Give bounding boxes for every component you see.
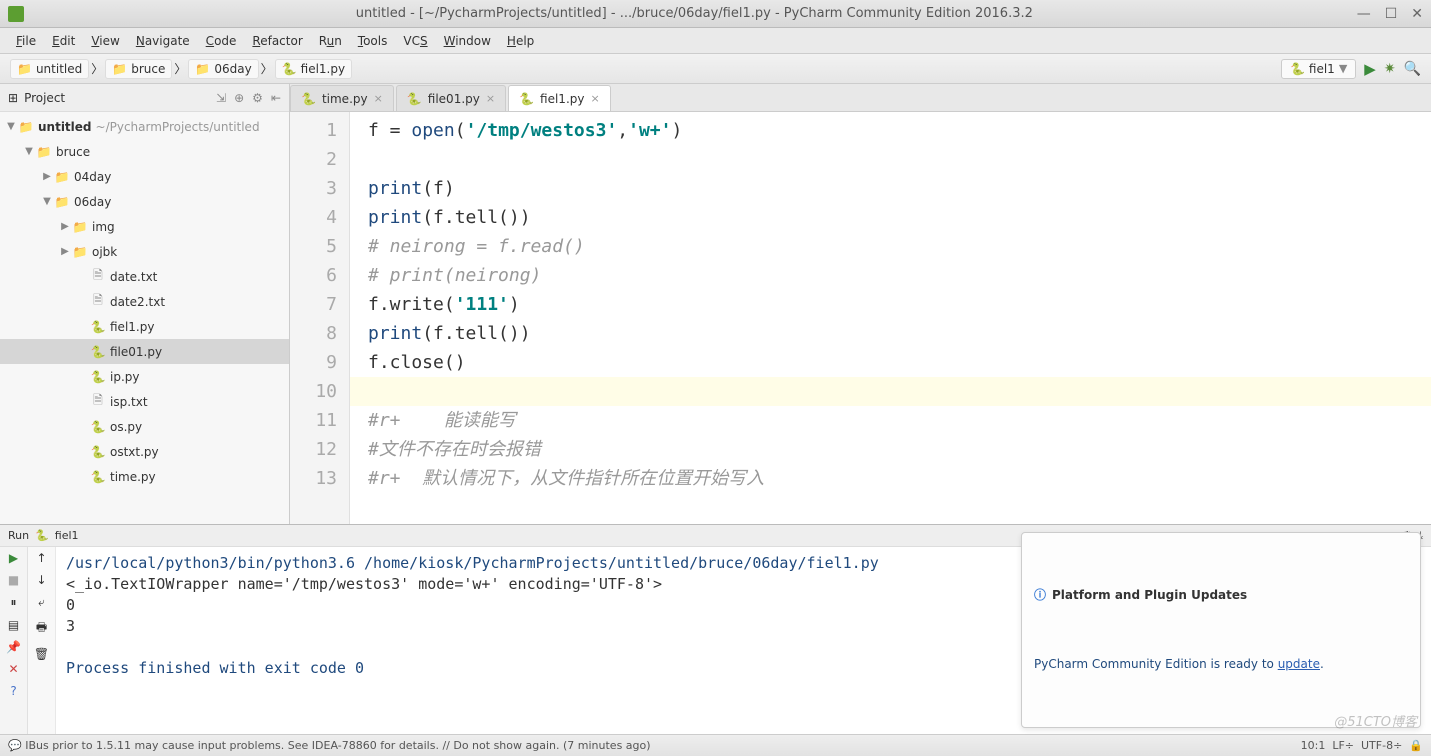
up-icon[interactable]: ↑ [36,551,46,565]
run-config-name: fiel1 [55,529,79,542]
project-tool-icon: ⊞ [8,91,18,105]
tree-date2[interactable]: 🗎date2.txt [0,289,289,314]
run-panel: Run 🐍 fiel1 ⚙ ⤓ ▶ ■ ⏸ ▤ 📌 ✕ ? ↑ ↓ ⤶ 🖶 🗑 … [0,524,1431,734]
tab-file01[interactable]: 🐍file01.py× [396,85,506,111]
status-encoding[interactable]: UTF-8÷ [1361,739,1402,752]
stop-button[interactable]: ■ [8,573,19,587]
popup-body: PyCharm Community Edition is ready to up… [1034,654,1408,675]
project-panel-title: Project [24,91,65,105]
print-icon[interactable]: 🖶 [36,618,47,639]
pin-icon[interactable]: 📌 [6,640,21,654]
app-icon [8,6,24,22]
help-icon[interactable]: ? [10,684,16,698]
editor-area: 🐍time.py× 🐍file01.py× 🐍fiel1.py× 1234567… [290,84,1431,524]
hide-icon[interactable]: ⇤ [271,91,281,105]
menu-navigate[interactable]: Navigate [130,31,196,51]
rerun-button[interactable]: ▶ [9,551,18,565]
down-icon[interactable]: ↓ [36,573,46,587]
line-gutter: 12345678910111213 [290,112,350,524]
menu-bar: File Edit View Navigate Code Refactor Ru… [0,28,1431,54]
status-cursor-pos[interactable]: 10:1 [1301,739,1326,752]
tree-bruce[interactable]: ▼📁bruce [0,139,289,164]
search-everywhere-button[interactable]: 🔍 [1404,61,1421,77]
menu-run[interactable]: Run [313,31,348,51]
gear-icon[interactable]: ⚙ [252,91,263,105]
status-icon: 💬 [8,739,22,752]
run-button[interactable]: ▶ [1364,60,1376,78]
run-config-selector[interactable]: 🐍fiel1▼ [1281,59,1356,79]
update-popup[interactable]: ⓘ Platform and Plugin Updates PyCharm Com… [1021,532,1421,728]
menu-help[interactable]: Help [501,31,540,51]
trash-icon[interactable]: 🗑 [34,647,49,661]
code-editor[interactable]: 12345678910111213 f = open('/tmp/westos3… [290,112,1431,524]
toolbar: 📁untitled〉 📁bruce〉 📁06day〉 🐍fiel1.py 🐍fi… [0,54,1431,84]
popup-title: Platform and Plugin Updates [1052,585,1247,606]
menu-refactor[interactable]: Refactor [246,31,308,51]
tree-time[interactable]: 🐍time.py [0,464,289,489]
project-sidebar: ⊞ Project ⇲ ⊕ ⚙ ⇤ ▼📁untitled~/PycharmPro… [0,84,290,524]
status-line-sep[interactable]: LF÷ [1332,739,1354,752]
menu-view[interactable]: View [85,31,125,51]
tree-date[interactable]: 🗎date.txt [0,264,289,289]
project-tree[interactable]: ▼📁untitled~/PycharmProjects/untitled ▼📁b… [0,112,289,524]
collapse-icon[interactable]: ⇲ [216,91,226,105]
status-message[interactable]: IBus prior to 1.5.11 may cause input pro… [25,739,650,752]
window-titlebar: untitled - [~/PycharmProjects/untitled] … [0,0,1431,28]
tree-isp[interactable]: 🗎isp.txt [0,389,289,414]
crumb-06day[interactable]: 📁06day [188,59,258,79]
tree-ostxt[interactable]: 🐍ostxt.py [0,439,289,464]
breadcrumb: 📁untitled〉 📁bruce〉 📁06day〉 🐍fiel1.py [10,59,1281,79]
run-output[interactable]: /usr/local/python3/bin/python3.6 /home/k… [56,547,1431,734]
close-icon[interactable]: × [486,92,495,105]
minimize-button[interactable]: — [1357,6,1371,22]
close-icon[interactable]: × [590,92,599,105]
window-title: untitled - [~/PycharmProjects/untitled] … [32,6,1357,21]
tree-os[interactable]: 🐍os.py [0,414,289,439]
crumb-file[interactable]: 🐍fiel1.py [275,59,352,79]
project-panel-header: ⊞ Project ⇲ ⊕ ⚙ ⇤ [0,84,289,112]
tree-ip[interactable]: 🐍ip.py [0,364,289,389]
menu-tools[interactable]: Tools [352,31,394,51]
target-icon[interactable]: ⊕ [234,91,244,105]
crumb-bruce[interactable]: 📁bruce [105,59,172,79]
run-panel-title: Run [8,529,29,542]
tree-img[interactable]: ▶📁img [0,214,289,239]
tree-04day[interactable]: ▶📁04day [0,164,289,189]
tree-fiel1[interactable]: 🐍fiel1.py [0,314,289,339]
menu-vcs[interactable]: VCS [397,31,433,51]
status-bar: 💬 IBus prior to 1.5.11 may cause input p… [0,734,1431,756]
wrap-icon[interactable]: ⤶ [38,595,45,610]
editor-tabs: 🐍time.py× 🐍file01.py× 🐍fiel1.py× [290,84,1431,112]
menu-file[interactable]: File [10,31,42,51]
pause-icon[interactable]: ⏸ [10,595,16,610]
tree-file01[interactable]: 🐍file01.py [0,339,289,364]
run-toolbar-right: ↑ ↓ ⤶ 🖶 🗑 [28,547,56,734]
menu-code[interactable]: Code [200,31,243,51]
update-link[interactable]: update [1278,657,1320,671]
tree-ojbk[interactable]: ▶📁ojbk [0,239,289,264]
menu-window[interactable]: Window [438,31,497,51]
info-icon: ⓘ [1034,585,1046,606]
menu-edit[interactable]: Edit [46,31,81,51]
tab-time[interactable]: 🐍time.py× [290,85,394,111]
lock-icon[interactable]: 🔒 [1409,739,1423,752]
run-toolbar-left: ▶ ■ ⏸ ▤ 📌 ✕ ? [0,547,28,734]
close-button[interactable]: ✕ [1411,6,1423,22]
code-content[interactable]: f = open('/tmp/westos3','w+') print(f) p… [350,112,1431,524]
close-run-button[interactable]: ✕ [8,662,18,676]
close-icon[interactable]: × [374,92,383,105]
maximize-button[interactable]: ☐ [1385,6,1398,22]
tree-06day[interactable]: ▼📁06day [0,189,289,214]
layout-icon[interactable]: ▤ [8,618,19,632]
crumb-root[interactable]: 📁untitled [10,59,89,79]
debug-button[interactable]: ✷ [1384,61,1396,77]
tab-fiel1[interactable]: 🐍fiel1.py× [508,85,611,111]
tree-root[interactable]: ▼📁untitled~/PycharmProjects/untitled [0,114,289,139]
